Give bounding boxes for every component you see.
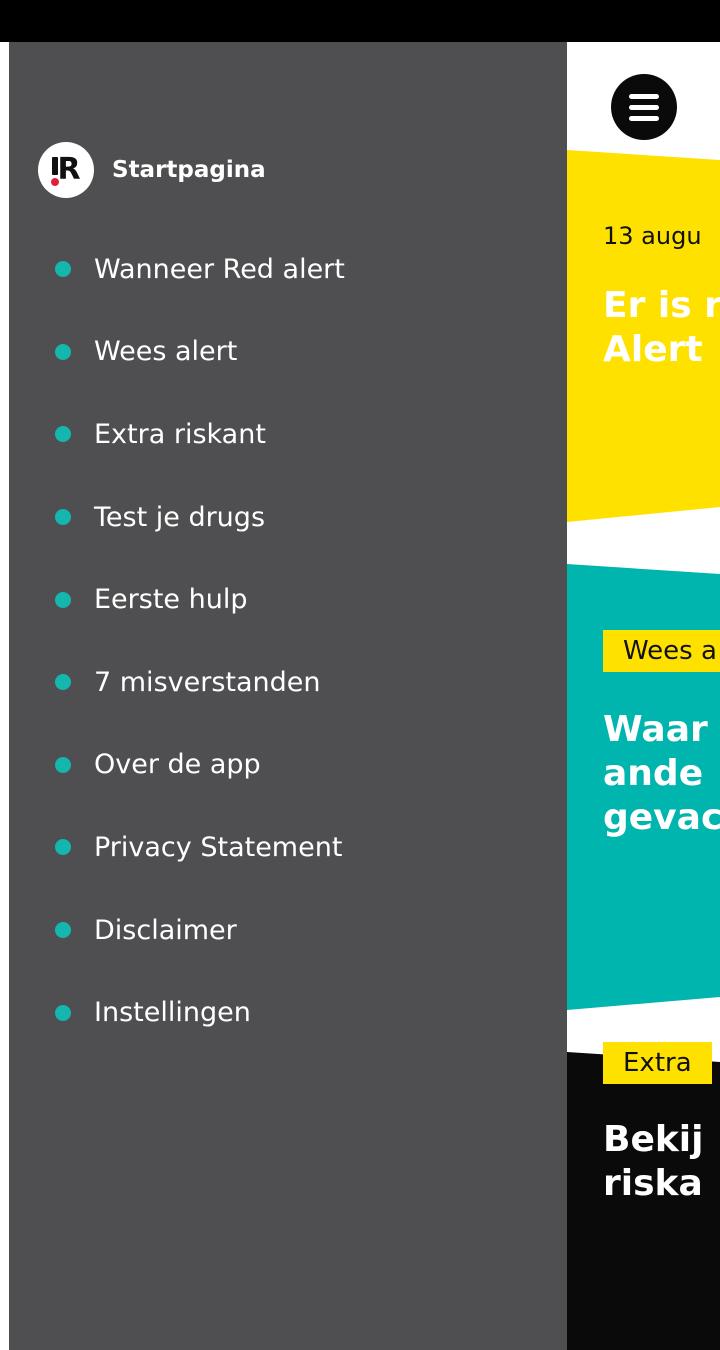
wees-card-title-line: ande [603,753,704,794]
drawer-item-test-je-drugs[interactable]: Test je drugs [55,476,345,559]
drawer-item-over-de-app[interactable]: Over de app [55,724,345,807]
extra-card-tag: Extra [603,1042,712,1084]
drawer-item-label: Privacy Statement [94,831,343,863]
drawer-item-label: Over de app [94,749,261,781]
menu-line [629,104,659,110]
drawer-item-disclaimer[interactable]: Disclaimer [55,889,345,972]
drawer-home-label: Startpagina [112,157,266,183]
drawer-menu: Wanneer Red alert Wees alert Extra riska… [55,228,345,1054]
drawer-item-privacy-statement[interactable]: Privacy Statement [55,806,345,889]
wees-card-title[interactable]: Waar ande gevac [603,708,720,840]
drawer-home-link[interactable]: R Startpagina [38,142,266,198]
alert-card-date: 13 augu [603,222,702,250]
wees-card-title-line: Waar [603,709,708,750]
bullet-icon [55,509,71,526]
status-bar [0,0,720,42]
alert-card-title-line: Alert [603,329,703,370]
menu-line [629,115,659,121]
bullet-icon [55,261,71,278]
wees-card-title-line: gevac [603,797,720,838]
drawer-item-label: Test je drugs [94,501,266,533]
drawer-item-label: Extra riskant [94,418,266,450]
bullet-icon [55,591,71,608]
menu-line [629,93,659,99]
alert-card-title[interactable]: Er is r Alert [603,284,720,372]
bullet-icon [55,426,71,443]
logo-exclamation-bar [52,157,58,175]
bullet-icon [55,756,71,773]
extra-card-title[interactable]: Bekij riska [603,1118,703,1206]
bullet-icon [55,343,71,360]
bullet-icon [55,839,71,856]
drawer-item-label: Wanneer Red alert [94,253,345,285]
logo-letter: R [57,152,81,187]
drawer-item-wanneer-red-alert[interactable]: Wanneer Red alert [55,228,345,311]
drawer-item-eerste-hulp[interactable]: Eerste hulp [55,558,345,641]
drawer-item-extra-riskant[interactable]: Extra riskant [55,393,345,476]
drawer-item-label: Instellingen [94,997,251,1029]
logo-red-dot [51,178,59,186]
drawer-item-label: 7 misverstanden [94,666,321,698]
drawer-item-wees-alert[interactable]: Wees alert [55,311,345,394]
left-edge [0,42,9,1350]
drawer-item-label: Disclaimer [94,914,237,946]
red-alert-logo-icon: R [38,142,94,198]
alert-card-title-line: Er is r [603,285,720,326]
main-content-peek: 13 augu Er is r Alert Wees a Waar ande g… [567,42,720,1350]
bullet-icon [55,922,71,939]
bullet-icon [55,674,71,691]
wees-card-tag: Wees a [603,630,720,672]
drawer-item-label: Wees alert [94,336,238,368]
navigation-drawer: R Startpagina Wanneer Red alert Wees ale… [9,42,567,1350]
extra-card-title-line: Bekij [603,1119,704,1160]
hamburger-menu-icon[interactable] [611,74,677,140]
bullet-icon [55,1004,71,1021]
drawer-item-label: Eerste hulp [94,584,248,616]
drawer-item-instellingen[interactable]: Instellingen [55,971,345,1054]
drawer-item-misverstanden[interactable]: 7 misverstanden [55,641,345,724]
extra-card-title-line: riska [603,1163,703,1204]
